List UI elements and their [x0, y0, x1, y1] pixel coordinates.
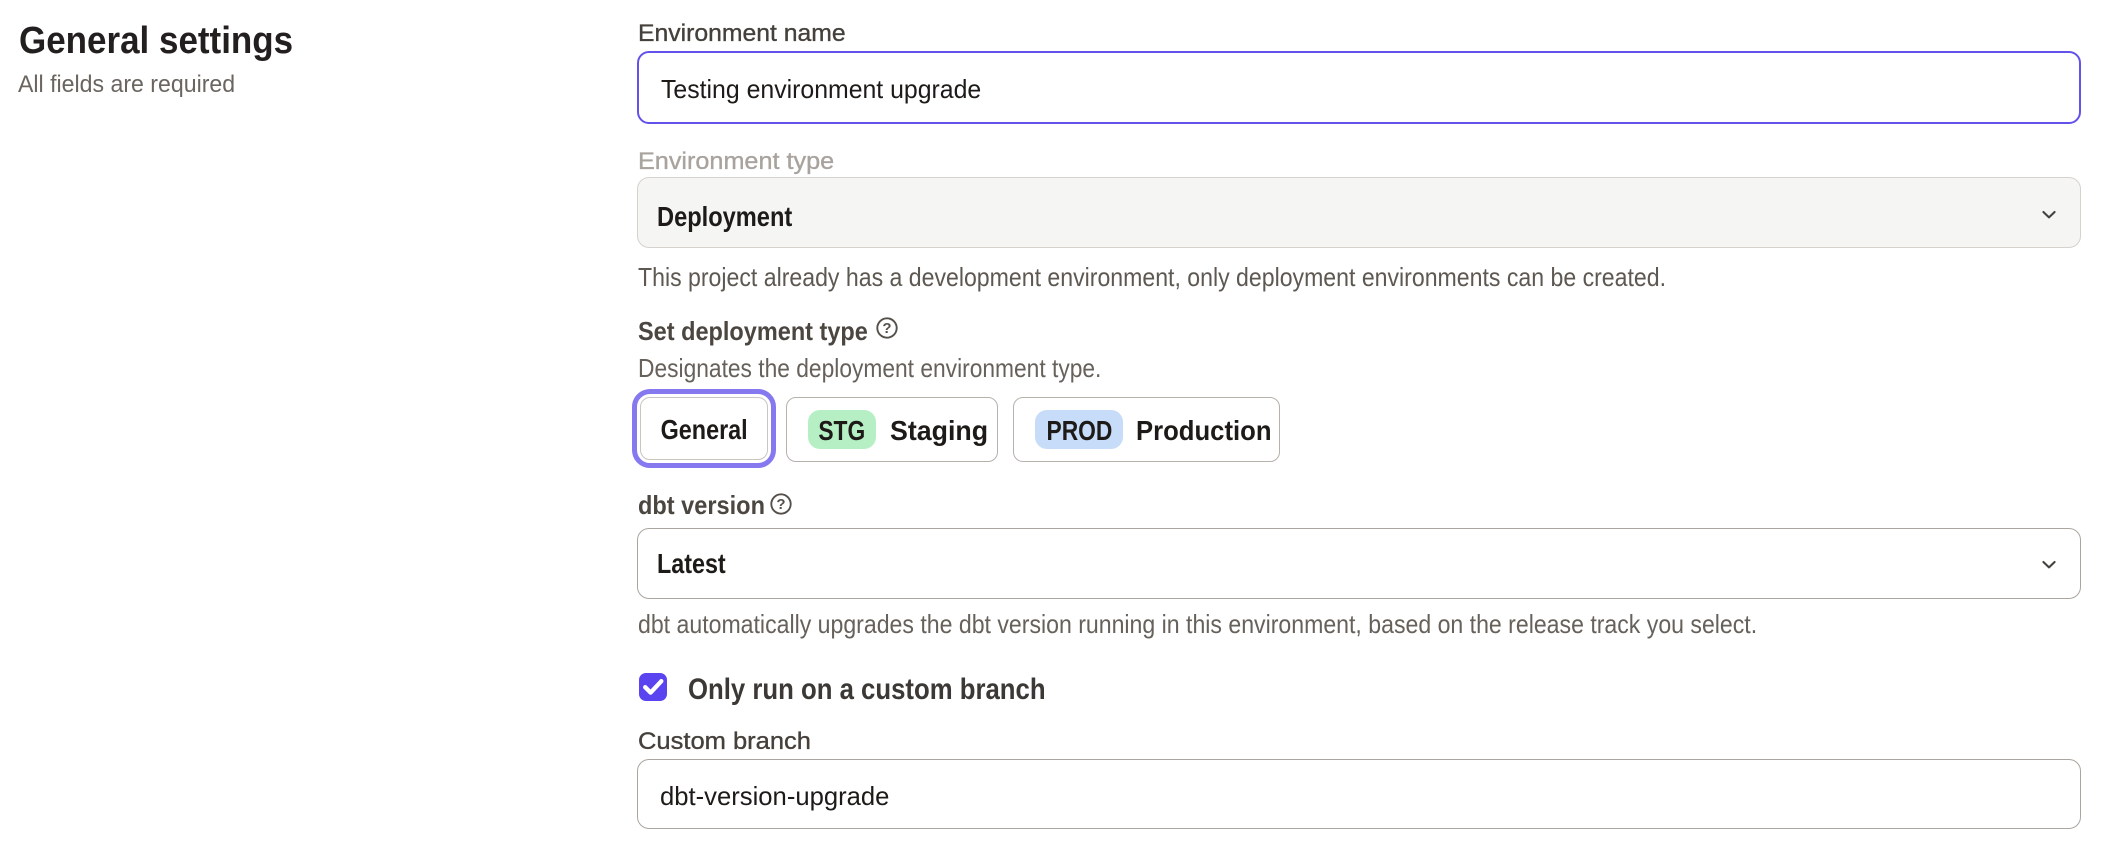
- svg-text:?: ?: [776, 496, 785, 513]
- svg-text:?: ?: [882, 320, 891, 337]
